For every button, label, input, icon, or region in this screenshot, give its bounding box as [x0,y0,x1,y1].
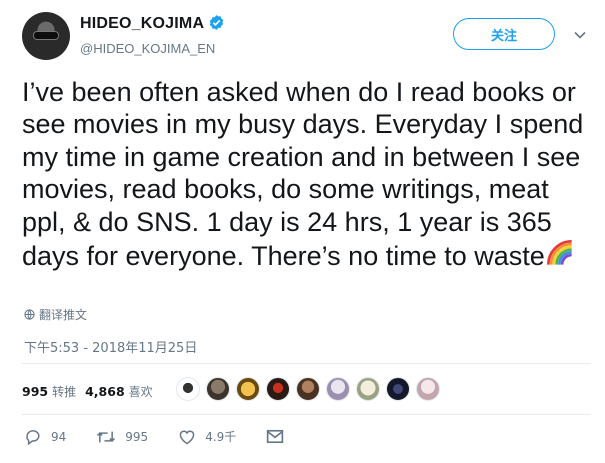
liker-avatar[interactable] [176,377,200,401]
liker-avatar[interactable] [206,377,230,401]
translate-tweet-link[interactable]: 翻译推文 [24,306,87,323]
liker-avatar[interactable] [296,377,320,401]
verified-badge-icon [208,14,225,36]
liker-avatar[interactable] [416,377,440,401]
rainbow-icon [546,240,572,265]
author-info[interactable]: HIDEO_KOJIMA @HIDEO_KOJIMA_EN [80,14,225,56]
like-count: 4.9千 [205,430,237,444]
liker-avatar[interactable] [356,377,380,401]
retweet-count: 995 [125,429,149,444]
reply-count: 94 [51,429,67,444]
tweet-stats: 995 转推 4,868 喜欢 [22,378,162,404]
likes-label[interactable]: 喜欢 [129,383,153,400]
tweet-body: I’ve been often asked when do I read boo… [22,77,584,272]
tweet-timestamp[interactable]: 下午5:53 - 2018年11月25日 [24,337,197,356]
chevron-down-icon[interactable] [573,28,587,42]
divider [22,363,591,364]
likes-count[interactable]: 4,868 [85,384,125,399]
translate-label: 翻译推文 [39,308,88,322]
reply-icon [26,429,40,445]
divider [22,414,591,415]
retweet-button[interactable]: 995 [96,429,148,445]
action-bar: 94 995 4.9千 [24,428,323,445]
display-name[interactable]: HIDEO_KOJIMA [80,15,204,32]
tweet-card: HIDEO_KOJIMA @HIDEO_KOJIMA_EN 关注 I’ve be… [0,0,605,463]
liker-avatar[interactable] [326,377,350,401]
liker-avatars [176,377,446,401]
globe-icon [24,309,35,320]
heart-icon [179,430,195,444]
retweets-label[interactable]: 转推 [52,383,76,400]
like-button[interactable]: 4.9千 [178,428,236,445]
direct-message-button[interactable] [266,429,293,444]
envelope-icon [267,429,284,444]
tweet-text: I’ve been often asked when do I read boo… [22,76,592,272]
liker-avatar[interactable] [386,377,410,401]
liker-avatar[interactable] [266,377,290,401]
liker-avatar[interactable] [236,377,260,401]
avatar[interactable] [22,12,70,60]
retweet-icon [97,431,116,442]
reply-button[interactable]: 94 [24,429,66,445]
follow-button[interactable]: 关注 [453,18,555,50]
retweets-count[interactable]: 995 [22,384,48,399]
tweet-header: HIDEO_KOJIMA @HIDEO_KOJIMA_EN 关注 [22,10,591,64]
handle: @HIDEO_KOJIMA_EN [80,41,216,56]
